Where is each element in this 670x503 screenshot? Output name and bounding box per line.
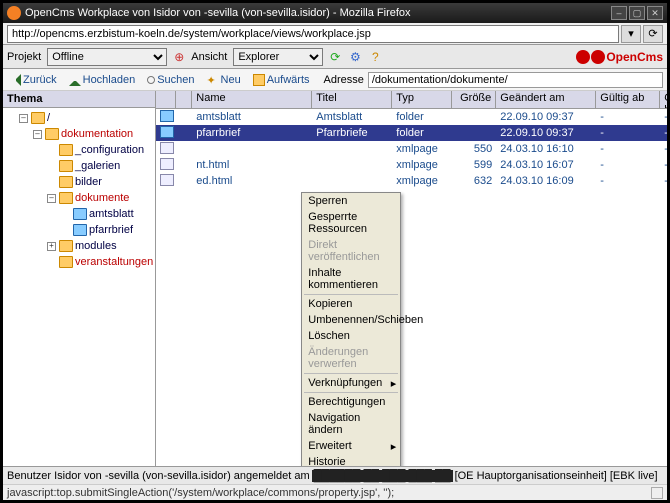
tree-item[interactable]: +modules <box>47 238 153 254</box>
view-label: Ansicht <box>191 51 227 63</box>
search-icon <box>147 76 155 84</box>
folder-tree[interactable]: –/ –dokumentation _configuration _galeri… <box>3 108 155 466</box>
project-toolbar: Projekt Offline ⊕ Ansicht Explorer ⟳ ⚙ ?… <box>3 45 667 69</box>
menu-item[interactable]: Navigation ändern <box>302 410 400 438</box>
menu-item[interactable]: Kopieren <box>302 296 400 312</box>
gear-icon <box>591 50 605 64</box>
address-input[interactable] <box>368 72 663 88</box>
tree-item[interactable]: _galerien <box>47 158 153 174</box>
new-button[interactable]: ✦Neu <box>201 74 247 86</box>
window-title: OpenCms Workplace von Isidor von -sevill… <box>25 7 411 19</box>
gear-icon <box>576 50 590 64</box>
tree-item[interactable]: veranstaltungen <box>47 254 153 270</box>
browser-status: javascript:top.submitSingleAction('/syst… <box>3 484 667 500</box>
tree-item[interactable]: –dokumentation <box>33 126 153 142</box>
reload-button[interactable]: ⟳ <box>643 25 663 43</box>
sidebar: Thema –/ –dokumentation _configuration _… <box>3 91 156 466</box>
tree-root[interactable]: –/ <box>19 110 153 126</box>
col-date: Geändert am <box>496 91 596 108</box>
col-name: Name <box>192 91 312 108</box>
back-button[interactable]: Zurück <box>3 74 63 86</box>
col-from: Gültig ab <box>596 91 660 108</box>
action-bar: Zurück Hochladen Suchen ✦Neu Aufwärts Ad… <box>3 69 667 91</box>
titlebar: OpenCms Workplace von Isidor von -sevill… <box>3 3 667 23</box>
column-headers[interactable]: Name Titel Typ Größe Geändert am Gültig … <box>156 91 667 109</box>
tree-item[interactable]: pfarrbrief <box>61 222 153 238</box>
security-icon <box>651 487 663 499</box>
menu-item: Direkt veröffentlichen <box>302 237 400 265</box>
menu-item[interactable]: Umbenennen/Schieben <box>302 312 400 328</box>
project-select[interactable]: Offline <box>47 48 167 66</box>
minimize-button[interactable]: – <box>611 6 627 20</box>
sidebar-header: Thema <box>3 91 155 108</box>
upload-button[interactable]: Hochladen <box>63 74 142 86</box>
maximize-button[interactable]: ▢ <box>629 6 645 20</box>
col-size: Größe <box>452 91 496 108</box>
table-row[interactable]: pfarrbriefPfarrbriefefolder22.09.10 09:3… <box>156 125 667 141</box>
project-label: Projekt <box>7 51 41 63</box>
menu-item: Änderungen verwerfen <box>302 344 400 372</box>
menu-item[interactable]: Gesperrte Ressourcen <box>302 209 400 237</box>
col-type: Typ <box>392 91 452 108</box>
menu-item[interactable]: Verknüpfungen <box>302 375 400 391</box>
menu-item[interactable]: Löschen <box>302 328 400 344</box>
help-icon[interactable]: ? <box>367 49 383 65</box>
address-label: Adresse <box>324 74 364 86</box>
col-title: Titel <box>312 91 392 108</box>
view-select[interactable]: Explorer <box>233 48 323 66</box>
url-bar: ▾ ⟳ <box>3 23 667 45</box>
file-icon <box>160 110 174 122</box>
menu-item[interactable]: Berechtigungen <box>302 394 400 410</box>
opencms-logo: OpenCms <box>576 50 663 64</box>
col-to: Gültig bis <box>660 91 667 108</box>
back-icon <box>9 74 21 86</box>
tree-item[interactable]: amtsblatt <box>61 206 153 222</box>
table-row[interactable]: amtsblattAmtsblattfolder22.09.10 09:37-- <box>156 109 667 125</box>
publish-icon[interactable]: ⊕ <box>171 49 187 65</box>
url-input[interactable] <box>7 25 619 43</box>
close-button[interactable]: ✕ <box>647 6 663 20</box>
tree-item[interactable]: bilder <box>47 174 153 190</box>
table-row[interactable]: nt.htmlxmlpage59924.03.10 16:07-- <box>156 157 667 173</box>
settings-icon[interactable]: ⚙ <box>347 49 363 65</box>
context-menu[interactable]: SperrenGesperrte RessourcenDirekt veröff… <box>301 192 401 466</box>
file-icon <box>160 158 174 170</box>
new-icon: ✦ <box>207 74 219 86</box>
up-icon <box>253 74 265 86</box>
tree-item[interactable]: _configuration <box>47 142 153 158</box>
table-row[interactable]: xmlpage55024.03.10 16:10-- <box>156 141 667 157</box>
dropdown-button[interactable]: ▾ <box>621 25 641 43</box>
menu-item[interactable]: Sperren <box>302 193 400 209</box>
menu-item[interactable]: Inhalte kommentieren <box>302 265 400 293</box>
menu-item[interactable]: Erweitert <box>302 438 400 454</box>
table-row[interactable]: ed.htmlxmlpage63224.03.10 16:09-- <box>156 173 667 189</box>
file-list: Name Titel Typ Größe Geändert am Gültig … <box>156 91 667 466</box>
tree-item[interactable]: –dokumente <box>47 190 153 206</box>
search-button[interactable]: Suchen <box>141 74 200 86</box>
status-bar: Benutzer Isidor von -sevilla (von-sevill… <box>3 466 667 484</box>
menu-item[interactable]: Historie <box>302 454 400 466</box>
file-icon <box>160 126 174 138</box>
file-icon <box>160 174 174 186</box>
up-button[interactable]: Aufwärts <box>247 74 316 86</box>
file-icon <box>160 142 174 154</box>
reload-icon[interactable]: ⟳ <box>327 49 343 65</box>
firefox-icon <box>7 6 21 20</box>
upload-icon <box>69 74 81 86</box>
